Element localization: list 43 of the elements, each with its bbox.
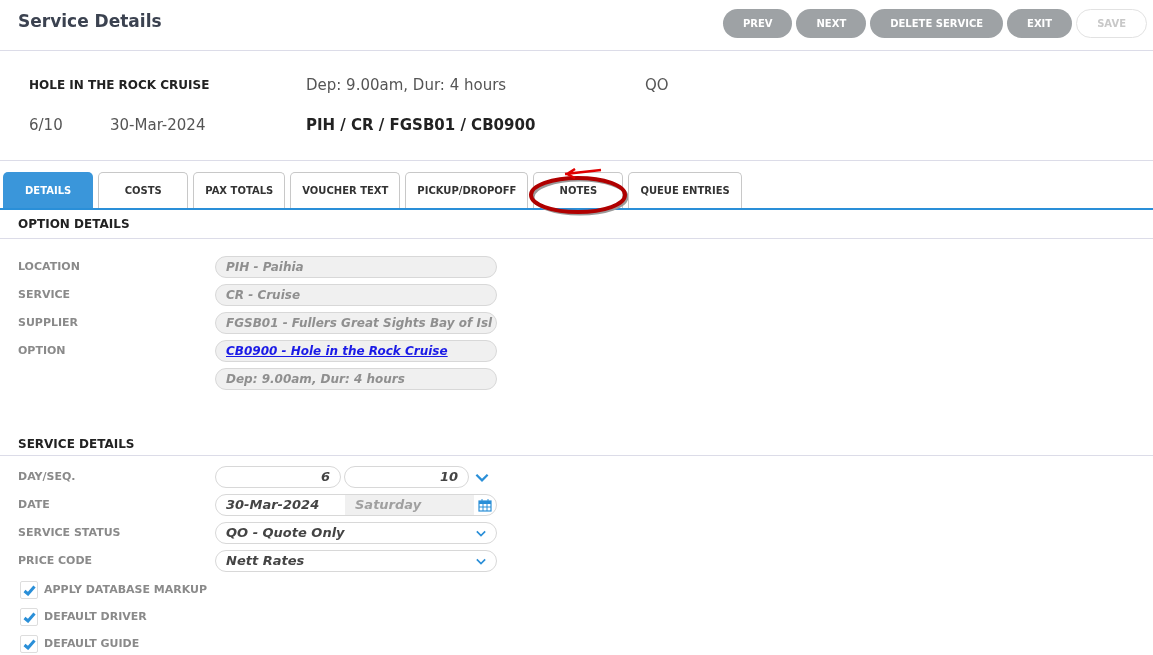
field-label: DATE <box>18 496 51 513</box>
readonly-field: PIH - Paihia <box>215 256 497 278</box>
day-field[interactable]: 6 <box>215 466 341 488</box>
service-name: HOLE IN THE ROCK CRUISE <box>29 77 211 94</box>
sequence-field[interactable]: 10 <box>344 466 469 488</box>
weekday-text: Saturday <box>345 495 474 515</box>
checkbox[interactable] <box>20 635 38 653</box>
tab[interactable]: QUEUE ENTRIES <box>628 172 742 208</box>
tab[interactable]: PICKUP/DROPOFF <box>405 172 529 208</box>
chevron-down-icon <box>476 557 486 565</box>
readonly-field: Dep: 9.00am, Dur: 4 hours <box>215 368 497 390</box>
option-link[interactable]: CB0900 - Hole in the Rock Cruise <box>226 342 448 360</box>
field-label: SERVICE STATUS <box>18 524 122 541</box>
date-field[interactable]: 30-Mar-2024 Saturday <box>215 494 497 516</box>
service-date: 30-Mar-2024 <box>110 114 207 136</box>
select-field[interactable]: QO - Quote Only <box>215 522 497 544</box>
tab[interactable]: PAX TOTALS <box>193 172 286 208</box>
readonly-field: FGSB01 - Fullers Great Sights Bay of Isl <box>215 312 497 334</box>
field-label: OPTION <box>18 343 66 357</box>
field-label: SERVICE <box>18 287 71 301</box>
select-field[interactable]: Nett Rates <box>215 550 497 572</box>
field-label: SUPPLIER <box>18 315 79 329</box>
calendar-icon[interactable] <box>478 498 492 512</box>
checkbox[interactable] <box>20 608 38 626</box>
section-heading: OPTION DETAILS <box>18 216 130 233</box>
service-codes: PIH / CR / FGSB01 / CB0900 <box>306 114 536 136</box>
page-title: Service Details <box>18 10 162 33</box>
checkbox-label: APPLY DATABASE MARKUP <box>44 581 208 598</box>
status-code: QO <box>645 74 669 96</box>
departure-text: Dep: 9.00am, Dur: 4 hours <box>306 74 508 96</box>
field-label: DAY/SEQ. <box>18 468 77 485</box>
checkbox-label: DEFAULT GUIDE <box>44 635 140 652</box>
tab[interactable]: COSTS <box>98 172 189 208</box>
checkbox-label: DEFAULT DRIVER <box>44 608 147 625</box>
tab[interactable]: VOUCHER TEXT <box>290 172 401 208</box>
section-heading: SERVICE DETAILS <box>18 435 135 453</box>
chevron-down-icon <box>476 529 486 537</box>
field-label: LOCATION <box>18 259 80 273</box>
readonly-field: CR - Cruise <box>215 284 497 306</box>
chevron-down-icon <box>475 472 489 482</box>
checkbox[interactable] <box>20 581 38 599</box>
field-label: PRICE CODE <box>18 552 94 569</box>
day-sequence: 6/10 <box>29 114 64 136</box>
